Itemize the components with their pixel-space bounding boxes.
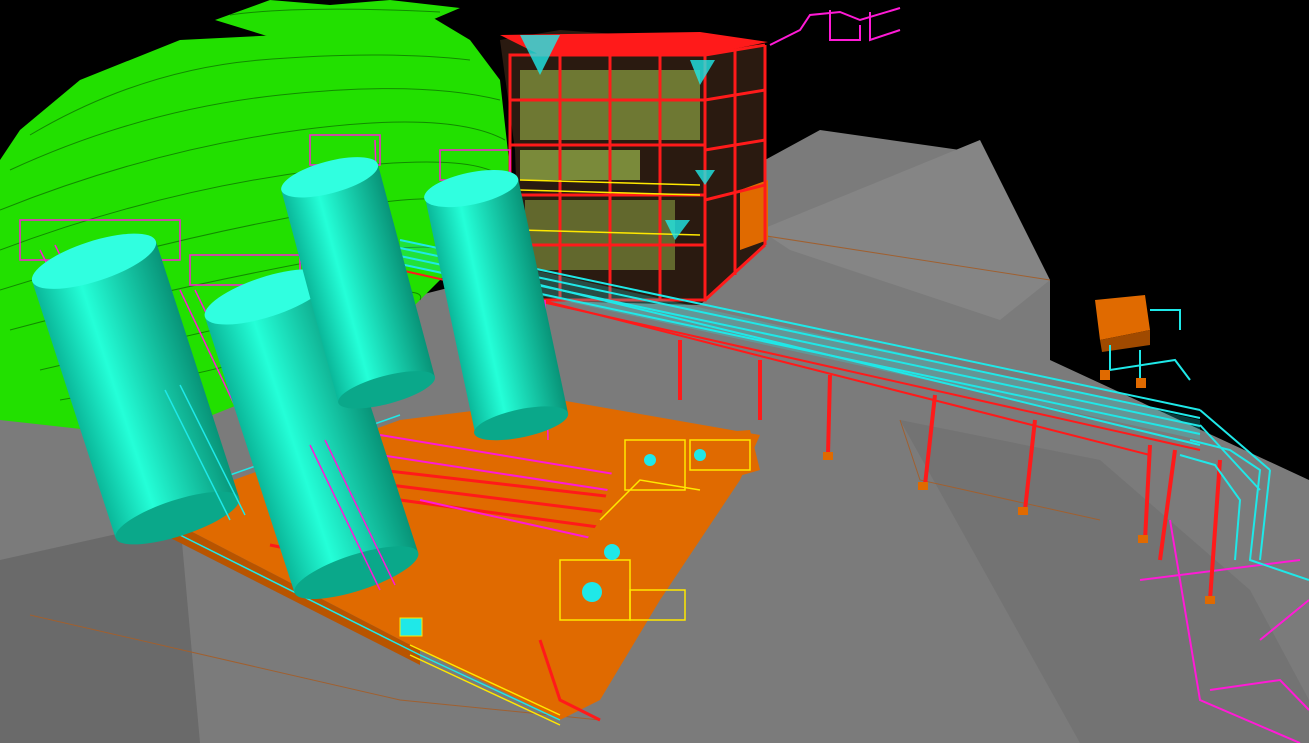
process-building bbox=[500, 30, 768, 305]
3d-model-viewport[interactable] bbox=[0, 0, 1309, 743]
remote-equipment-skid bbox=[1095, 295, 1191, 388]
plant-3d-scene[interactable] bbox=[0, 0, 1309, 743]
